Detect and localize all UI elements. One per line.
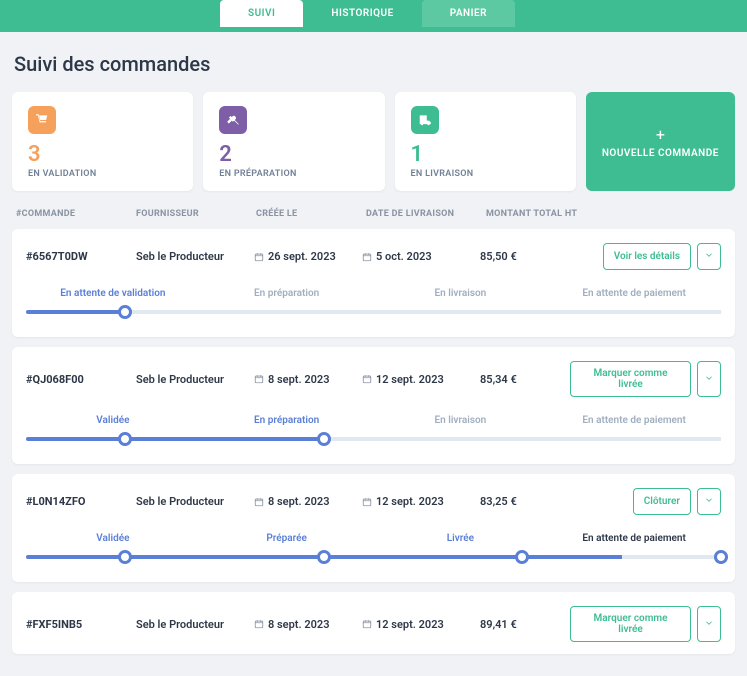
summary-cards: 3 EN VALIDATION 2 EN PRÉPARATION 1 EN LI… bbox=[12, 92, 735, 191]
order-steps: En attente de validation En préparation … bbox=[26, 288, 721, 319]
tab-panier[interactable]: PANIER bbox=[422, 0, 515, 27]
calendar-icon bbox=[254, 374, 264, 384]
progress-dot bbox=[515, 550, 529, 564]
th-montant: MONTANT TOTAL HT bbox=[486, 209, 606, 219]
th-livraison: DATE DE LIVRAISON bbox=[366, 209, 486, 219]
order-row: #6567T0DW Seb le Producteur 26 sept. 202… bbox=[12, 229, 735, 337]
card-validation-label: EN VALIDATION bbox=[28, 169, 177, 179]
order-creee: 26 sept. 2023 bbox=[254, 250, 362, 263]
order-row: #L0N14ZFO Seb le Producteur 8 sept. 2023… bbox=[12, 474, 735, 582]
step-label: Préparée bbox=[200, 533, 374, 544]
card-validation-count: 3 bbox=[28, 142, 177, 167]
progress-track bbox=[26, 432, 721, 446]
order-livraison: 12 sept. 2023 bbox=[362, 618, 480, 631]
progress-dot bbox=[317, 550, 331, 564]
order-creee: 8 sept. 2023 bbox=[254, 495, 362, 508]
order-menu-button[interactable] bbox=[697, 488, 721, 515]
topbar: SUIVI HISTORIQUE PANIER bbox=[0, 0, 747, 32]
card-preparation-label: EN PRÉPARATION bbox=[219, 169, 368, 179]
progress-dot bbox=[118, 305, 132, 319]
step-label: En attente de paiement bbox=[547, 533, 721, 544]
progress-dot bbox=[118, 432, 132, 446]
tools-icon bbox=[219, 106, 247, 134]
chevron-down-icon bbox=[704, 618, 714, 628]
progress-dot bbox=[714, 550, 728, 564]
order-fournisseur: Seb le Producteur bbox=[136, 618, 254, 631]
order-id: #QJ068F00 bbox=[26, 373, 136, 386]
card-livraison-label: EN LIVRAISON bbox=[411, 169, 560, 179]
card-validation[interactable]: 3 EN VALIDATION bbox=[12, 92, 193, 191]
order-steps: Validée Préparée Livrée En attente de pa… bbox=[26, 533, 721, 564]
details-button[interactable]: Voir les détails bbox=[603, 243, 691, 270]
order-steps: Validée En préparation En livraison En a… bbox=[26, 415, 721, 446]
step-label: En attente de validation bbox=[26, 288, 200, 299]
order-livraison: 12 sept. 2023 bbox=[362, 373, 480, 386]
step-label: Validée bbox=[26, 533, 200, 544]
chevron-down-icon bbox=[704, 250, 714, 260]
new-order-button[interactable]: + NOUVELLE COMMANDE bbox=[586, 92, 735, 191]
calendar-icon bbox=[362, 252, 372, 262]
card-preparation[interactable]: 2 EN PRÉPARATION bbox=[203, 92, 384, 191]
card-livraison-count: 1 bbox=[411, 142, 560, 167]
order-menu-button[interactable] bbox=[697, 606, 721, 642]
progress-dot bbox=[118, 550, 132, 564]
calendar-icon bbox=[362, 374, 372, 384]
th-fournisseur: FOURNISSEUR bbox=[136, 209, 256, 219]
page-title: Suivi des commandes bbox=[14, 52, 735, 76]
step-label: En livraison bbox=[374, 288, 548, 299]
order-montant: 83,25 € bbox=[480, 495, 570, 508]
mark-delivered-button[interactable]: Marquer comme livrée bbox=[570, 606, 691, 642]
close-order-button[interactable]: Clôturer bbox=[633, 488, 691, 515]
step-label: En livraison bbox=[374, 415, 548, 426]
order-montant: 85,34 € bbox=[480, 373, 570, 386]
chevron-down-icon bbox=[704, 495, 714, 505]
chevron-down-icon bbox=[704, 373, 714, 383]
table-header: #COMMANDE FOURNISSEUR CRÉÉE LE DATE DE L… bbox=[12, 209, 735, 229]
order-row: #QJ068F00 Seb le Producteur 8 sept. 2023… bbox=[12, 347, 735, 464]
calendar-icon bbox=[254, 497, 264, 507]
order-montant: 85,50 € bbox=[480, 250, 570, 263]
tab-suivi[interactable]: SUIVI bbox=[220, 0, 303, 27]
truck-icon bbox=[411, 106, 439, 134]
progress-track bbox=[26, 550, 721, 564]
order-creee: 8 sept. 2023 bbox=[254, 373, 362, 386]
order-fournisseur: Seb le Producteur bbox=[136, 495, 254, 508]
order-menu-button[interactable] bbox=[697, 361, 721, 397]
progress-track bbox=[26, 305, 721, 319]
order-fournisseur: Seb le Producteur bbox=[136, 373, 254, 386]
step-label: Livrée bbox=[374, 533, 548, 544]
order-menu-button[interactable] bbox=[697, 243, 721, 270]
new-order-label: NOUVELLE COMMANDE bbox=[602, 148, 719, 159]
order-livraison: 12 sept. 2023 bbox=[362, 495, 480, 508]
step-label: Validée bbox=[26, 415, 200, 426]
th-commande: #COMMANDE bbox=[16, 209, 136, 219]
order-id: #6567T0DW bbox=[26, 250, 136, 263]
step-label: En préparation bbox=[200, 288, 374, 299]
step-label: En attente de paiement bbox=[547, 288, 721, 299]
order-fournisseur: Seb le Producteur bbox=[136, 250, 254, 263]
order-montant: 89,41 € bbox=[480, 618, 570, 631]
calendar-icon bbox=[254, 619, 264, 629]
calendar-icon bbox=[362, 497, 372, 507]
step-label: En attente de paiement bbox=[547, 415, 721, 426]
progress-dot bbox=[317, 432, 331, 446]
order-id: #FXF5INB5 bbox=[26, 618, 136, 631]
order-livraison: 5 oct. 2023 bbox=[362, 250, 480, 263]
calendar-icon bbox=[254, 252, 264, 262]
tab-historique[interactable]: HISTORIQUE bbox=[303, 0, 421, 27]
cart-icon bbox=[28, 106, 56, 134]
order-creee: 8 sept. 2023 bbox=[254, 618, 362, 631]
calendar-icon bbox=[362, 619, 372, 629]
mark-delivered-button[interactable]: Marquer comme livrée bbox=[570, 361, 691, 397]
plus-icon: + bbox=[656, 125, 665, 144]
card-livraison[interactable]: 1 EN LIVRAISON bbox=[395, 92, 576, 191]
th-creee: CRÉÉE LE bbox=[256, 209, 366, 219]
order-id: #L0N14ZFO bbox=[26, 495, 136, 508]
order-row: #FXF5INB5 Seb le Producteur 8 sept. 2023… bbox=[12, 592, 735, 654]
card-preparation-count: 2 bbox=[219, 142, 368, 167]
step-label: En préparation bbox=[200, 415, 374, 426]
